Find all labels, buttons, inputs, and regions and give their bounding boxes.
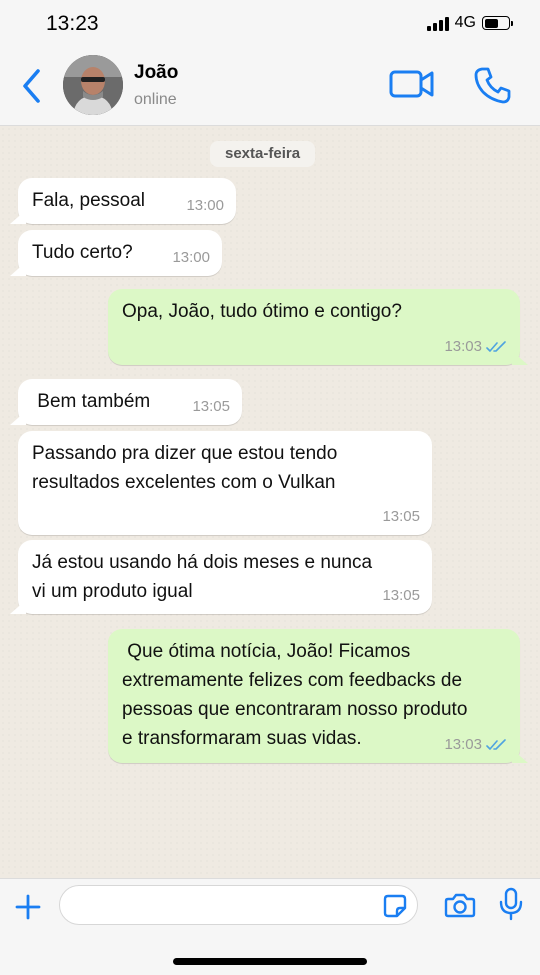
message-time: 13:05	[382, 508, 420, 525]
message-bubble-incoming[interactable]: Passando pra dizer que estou tendo resul…	[18, 431, 432, 535]
message-time: 13:03	[444, 332, 508, 361]
message-text: Passando pra dizer que estou tendo resul…	[32, 443, 338, 493]
plus-icon	[15, 894, 41, 920]
message-text: Bem também	[32, 391, 151, 412]
message-bubble-incoming[interactable]: Já estou usando há dois meses e nunca vi…	[18, 540, 432, 614]
message-text: Opa, João, tudo ótimo e contigo?	[122, 301, 402, 322]
status-bar: 13:23 4G	[0, 0, 540, 50]
message-bubble-incoming[interactable]: Bem também 13:05	[18, 379, 242, 425]
message-time: 13:05	[192, 398, 230, 415]
video-call-button[interactable]	[388, 66, 436, 102]
message-bubble-incoming[interactable]: Fala, pessoal 13:00	[18, 178, 236, 224]
message-time: 13:00	[172, 249, 210, 266]
voice-call-button[interactable]	[472, 64, 514, 106]
battery-icon	[482, 16, 513, 30]
microphone-button[interactable]	[498, 887, 524, 921]
chat-header: João online	[0, 50, 540, 126]
sticker-icon	[383, 894, 407, 918]
avatar[interactable]	[63, 55, 123, 115]
network-label: 4G	[454, 14, 476, 31]
read-receipt-icon	[486, 738, 506, 750]
message-text: Fala, pessoal	[32, 190, 146, 211]
camera-button[interactable]	[444, 891, 476, 919]
sticker-button[interactable]	[382, 893, 408, 919]
chat-area[interactable]: sexta-feira Fala, pessoal 13:00 Tudo cer…	[0, 126, 540, 878]
message-bubble-outgoing[interactable]: Opa, João, tudo ótimo e contigo? 13:03	[108, 289, 520, 365]
status-indicators: 4G	[426, 14, 513, 32]
signal-icon	[426, 15, 449, 31]
read-receipt-icon	[486, 340, 506, 352]
day-separator: sexta-feira	[210, 141, 316, 167]
contact-name[interactable]: João	[134, 62, 178, 84]
message-bubble-incoming[interactable]: Tudo certo? 13:00	[18, 230, 222, 276]
avatar-photo	[63, 55, 123, 115]
video-camera-icon	[389, 70, 434, 98]
message-time: 13:05	[382, 587, 420, 604]
status-time: 13:23	[46, 12, 99, 35]
attach-button[interactable]	[14, 893, 42, 921]
chevron-left-icon	[23, 69, 40, 103]
back-button[interactable]	[18, 66, 48, 106]
contact-status: online	[134, 91, 177, 108]
phone-icon	[474, 67, 511, 104]
message-input[interactable]	[59, 885, 418, 925]
message-text: Que ótima notícia, João! Ficamos extrema…	[122, 641, 468, 749]
message-time: 13:03	[444, 730, 508, 759]
home-indicator	[173, 958, 367, 965]
camera-icon	[444, 893, 476, 918]
message-time: 13:00	[186, 197, 224, 214]
message-text: Já estou usando há dois meses e nunca vi…	[32, 552, 373, 602]
battery-level	[484, 18, 499, 28]
message-text: Tudo certo?	[32, 242, 133, 263]
message-bubble-outgoing[interactable]: Que ótima notícia, João! Ficamos extrema…	[108, 629, 520, 763]
microphone-icon	[499, 887, 523, 921]
